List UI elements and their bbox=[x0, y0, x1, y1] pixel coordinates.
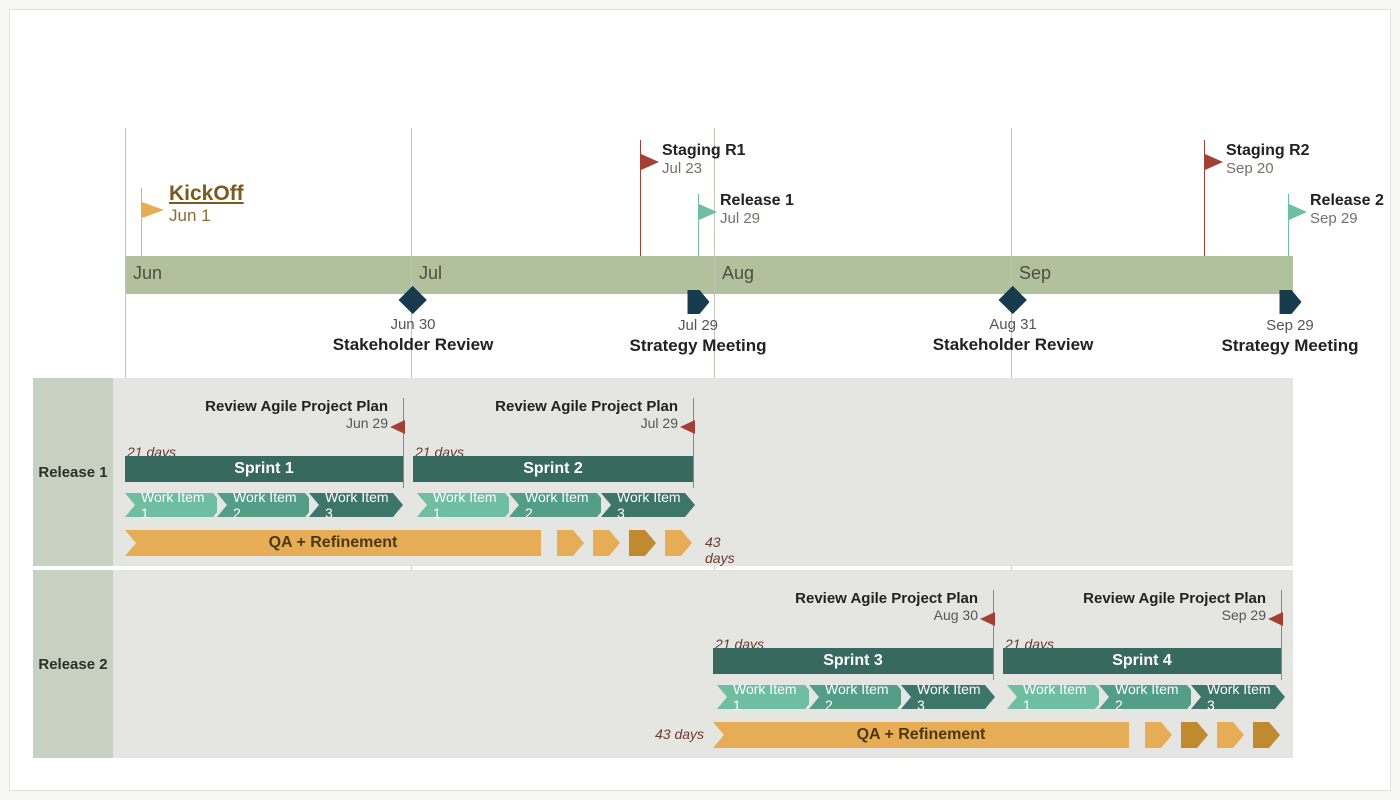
flag-release-1-title: Release 1 bbox=[720, 192, 794, 210]
qa-release-2[interactable]: 43 days QA + Refinement bbox=[713, 722, 1301, 748]
milestone-stakeholder-review-1[interactable]: Jun 30 Stakeholder Review bbox=[333, 290, 494, 355]
work-item-2[interactable]: Work Item 2 bbox=[809, 685, 897, 709]
flag-left-icon bbox=[1268, 612, 1283, 626]
sprint-3-items: Work Item 1 Work Item 2 Work Item 3 bbox=[717, 685, 997, 709]
work-item-1[interactable]: Work Item 1 bbox=[717, 685, 805, 709]
qa-release-1[interactable]: QA + Refinement 43 days bbox=[125, 530, 713, 556]
lane-release-1: Release 1 Review Agile Project Plan Jun … bbox=[33, 378, 1293, 566]
month-aug: Aug bbox=[722, 263, 754, 284]
flag-release-1-date: Jul 29 bbox=[720, 210, 794, 227]
flag-kickoff-date: Jun 1 bbox=[169, 206, 244, 226]
work-item-3[interactable]: Work Item 3 bbox=[309, 493, 393, 517]
sprint-1-items: Work Item 1 Work Item 2 Work Item 3 bbox=[125, 493, 403, 517]
flag-kickoff-title: KickOff bbox=[169, 182, 244, 206]
sprint-3-bar[interactable]: Sprint 3 bbox=[713, 648, 993, 674]
milestone-strategy-meeting-2[interactable]: Sep 29 Strategy Meeting bbox=[1222, 290, 1359, 356]
review-sprint-1[interactable]: Review Agile Project Plan Jun 29 bbox=[193, 398, 388, 431]
milestone-stakeholder-review-2[interactable]: Aug 31 Stakeholder Review bbox=[933, 290, 1094, 355]
flag-staging-r2[interactable]: Staging R2 Sep 20 bbox=[1204, 140, 1205, 256]
work-item-3[interactable]: Work Item 3 bbox=[901, 685, 985, 709]
sprint-2-bar[interactable]: Sprint 2 bbox=[413, 456, 693, 482]
flag-release-2-date: Sep 29 bbox=[1310, 210, 1384, 227]
month-jun: Jun bbox=[133, 263, 162, 284]
flag-staging-r1-title: Staging R1 bbox=[662, 142, 746, 160]
work-item-2[interactable]: Work Item 2 bbox=[509, 493, 597, 517]
lane-head-release-2: Release 2 bbox=[33, 570, 113, 758]
month-jul: Jul bbox=[419, 263, 442, 284]
flag-left-icon bbox=[980, 612, 995, 626]
work-item-2[interactable]: Work Item 2 bbox=[217, 493, 305, 517]
work-item-3[interactable]: Work Item 3 bbox=[1191, 685, 1275, 709]
flag-staging-r2-title: Staging R2 bbox=[1226, 142, 1310, 160]
chevron-icon bbox=[688, 290, 708, 314]
lane-head-release-1: Release 1 bbox=[33, 378, 113, 566]
work-item-1[interactable]: Work Item 1 bbox=[417, 493, 505, 517]
diamond-icon bbox=[399, 286, 427, 314]
chevron-icon bbox=[1280, 290, 1300, 314]
flag-left-icon bbox=[390, 420, 405, 434]
diamond-icon bbox=[999, 286, 1027, 314]
sprint-1-bar[interactable]: Sprint 1 bbox=[125, 456, 403, 482]
month-sep: Sep bbox=[1019, 263, 1051, 284]
review-sprint-2[interactable]: Review Agile Project Plan Jul 29 bbox=[483, 398, 678, 431]
work-item-1[interactable]: Work Item 1 bbox=[125, 493, 213, 517]
milestone-strategy-meeting-1[interactable]: Jul 29 Strategy Meeting bbox=[630, 290, 767, 356]
sprint-4-bar[interactable]: Sprint 4 bbox=[1003, 648, 1281, 674]
sprint-2-items: Work Item 1 Work Item 2 Work Item 3 bbox=[417, 493, 697, 517]
flag-kickoff[interactable]: KickOff Jun 1 bbox=[141, 188, 142, 256]
flag-release-1[interactable]: Release 1 Jul 29 bbox=[698, 194, 699, 256]
timeline-canvas: Jun Jul Aug Sep KickOff Jun 1 Staging R1… bbox=[9, 9, 1391, 791]
flag-staging-r1[interactable]: Staging R1 Jul 23 bbox=[640, 140, 641, 256]
flag-release-2-title: Release 2 bbox=[1310, 192, 1384, 210]
work-item-3[interactable]: Work Item 3 bbox=[601, 493, 685, 517]
qa-release-2-duration: 43 days bbox=[655, 726, 704, 742]
flag-left-icon bbox=[680, 420, 695, 434]
review-sprint-4[interactable]: Review Agile Project Plan Sep 29 bbox=[1071, 590, 1266, 623]
flag-staging-r2-date: Sep 20 bbox=[1226, 160, 1310, 177]
month-axis: Jun Jul Aug Sep bbox=[125, 256, 1293, 294]
flag-release-2[interactable]: Release 2 Sep 29 bbox=[1288, 194, 1289, 256]
review-sprint-3[interactable]: Review Agile Project Plan Aug 30 bbox=[783, 590, 978, 623]
lane-body-release-2: Review Agile Project Plan Aug 30 21 days… bbox=[113, 570, 1293, 758]
flag-staging-r1-date: Jul 23 bbox=[662, 160, 746, 177]
lane-body-release-1: Review Agile Project Plan Jun 29 21 days… bbox=[113, 378, 1293, 566]
work-item-2[interactable]: Work Item 2 bbox=[1099, 685, 1187, 709]
work-item-1[interactable]: Work Item 1 bbox=[1007, 685, 1095, 709]
qa-release-1-duration: 43 days bbox=[705, 534, 735, 566]
sprint-4-items: Work Item 1 Work Item 2 Work Item 3 bbox=[1007, 685, 1285, 709]
lane-release-2: Release 2 Review Agile Project Plan Aug … bbox=[33, 570, 1293, 758]
